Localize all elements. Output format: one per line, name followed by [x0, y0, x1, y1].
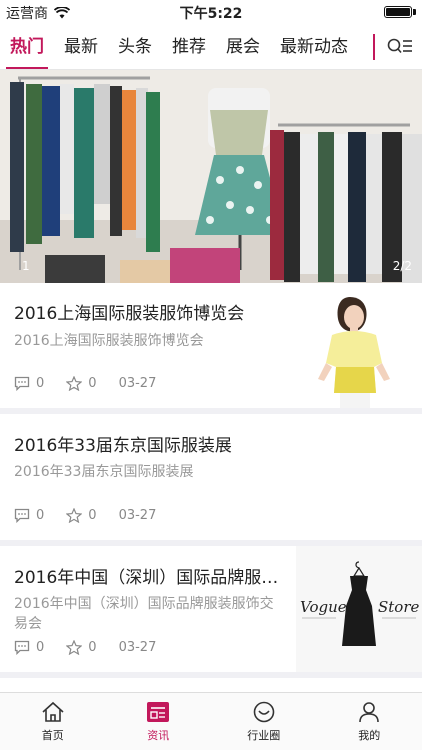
article-title: 2016上海国际服装服饰博览会: [14, 304, 245, 324]
comment-count-value: 0: [36, 640, 45, 655]
comment-count: 0: [14, 640, 44, 655]
tab-exhibitions[interactable]: 展会: [216, 24, 270, 69]
comment-icon: [14, 640, 30, 655]
news-icon: [147, 702, 170, 722]
star-icon: [66, 376, 83, 391]
nav-industry-circle[interactable]: 行业圈: [211, 693, 317, 750]
status-time: 下午5:22: [179, 6, 243, 22]
banner-page-counter: 2/2: [392, 259, 412, 273]
battery-icon: [384, 6, 412, 18]
category-tab-bar: 热门 最新 头条 推荐 展会 最新动态: [0, 24, 422, 70]
comment-count-value: 0: [36, 508, 45, 523]
favorite-count-value: 0: [88, 508, 97, 523]
nav-home-label: 首页: [41, 729, 64, 742]
article-title: 2016年33届东京国际服装展: [14, 436, 232, 456]
article-meta: 0 0 03-27: [14, 508, 156, 523]
search-list-icon: [387, 38, 412, 54]
favorite-count: 0: [66, 376, 97, 391]
star-icon: [66, 640, 83, 655]
article-card[interactable]: 2016上海国际服装服饰博览会 2016上海国际服装服饰博览会 0 0 03-2…: [0, 283, 422, 408]
article-date: 03-27: [118, 640, 157, 655]
battery-cap: [413, 9, 416, 15]
article-title: 2016年中国（深圳）国际品牌服…: [14, 568, 279, 588]
nav-profile-label: 我的: [358, 729, 381, 742]
comment-count: 0: [14, 508, 44, 523]
nav-news-label: 资讯: [147, 729, 170, 742]
article-description: 2016年中国（深圳）国际品牌服装服饰交易会: [14, 596, 274, 632]
favorite-count: 0: [66, 508, 97, 523]
banner-carousel[interactable]: 1 2/2: [0, 70, 422, 283]
thumbnail-image-model: [296, 283, 422, 408]
banner-counter-left: 1: [22, 259, 30, 273]
tab-divider: [373, 34, 375, 60]
tab-latest-news[interactable]: 最新动态: [270, 24, 358, 69]
favorite-count-value: 0: [88, 376, 97, 391]
article-thumbnail: [296, 283, 422, 408]
status-bar: 运营商 下午5:22: [0, 0, 422, 24]
banner-image: [0, 70, 422, 283]
category-menu-button[interactable]: [378, 24, 422, 69]
category-tabs: 热门 最新 头条 推荐 展会 最新动态: [0, 24, 372, 69]
tab-hot[interactable]: 热门: [0, 24, 54, 69]
tab-latest[interactable]: 最新: [54, 24, 108, 69]
star-icon: [66, 508, 83, 523]
user-icon: [359, 702, 380, 723]
nav-news[interactable]: 资讯: [106, 693, 212, 750]
article-thumbnail: Vogue Store: [296, 546, 422, 672]
article-date: 03-27: [118, 376, 157, 391]
article-card[interactable]: 2016年中国（深圳）国际品牌服… 2016年中国（深圳）国际品牌服装服饰交易会…: [0, 546, 422, 672]
article-description: 2016上海国际服装服饰博览会: [14, 333, 204, 349]
article-meta: 0 0 03-27: [14, 376, 156, 391]
article-card-partial[interactable]: [0, 678, 422, 692]
comment-icon: [14, 376, 30, 391]
nav-industry-circle-label: 行业圈: [247, 729, 281, 742]
nav-home[interactable]: 首页: [0, 693, 106, 750]
bottom-nav: 首页 资讯 行业圈 我的: [0, 692, 422, 750]
favorite-count: 0: [66, 640, 97, 655]
article-meta: 0 0 03-27: [14, 640, 156, 655]
circle-icon: [253, 701, 275, 723]
comment-icon: [14, 508, 30, 523]
tab-headlines[interactable]: 头条: [108, 24, 162, 69]
article-description: 2016年33届东京国际服装展: [14, 464, 194, 480]
article-card[interactable]: 2016年33届东京国际服装展 2016年33届东京国际服装展 0 0 03-2…: [0, 414, 422, 540]
comment-count-value: 0: [36, 376, 45, 391]
thumbnail-brand-vogue: Vogue: [300, 598, 347, 616]
tab-recommended[interactable]: 推荐: [162, 24, 216, 69]
thumbnail-brand-store: Store: [378, 598, 420, 616]
favorite-count-value: 0: [88, 640, 97, 655]
article-date: 03-27: [118, 508, 157, 523]
home-icon: [42, 701, 64, 722]
comment-count: 0: [14, 376, 44, 391]
nav-profile[interactable]: 我的: [317, 693, 422, 750]
